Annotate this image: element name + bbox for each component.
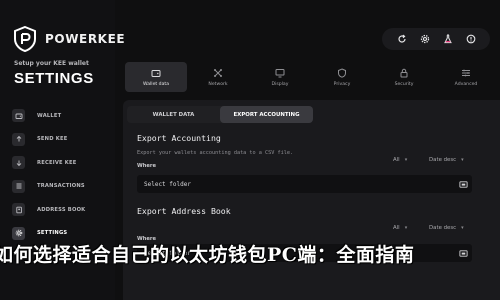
setup-caption: Setup your KEE wallet (14, 60, 89, 67)
tab-wallet-data[interactable]: Wallet data (125, 62, 187, 92)
tab-label: Wallet data (142, 81, 170, 87)
tab-label: Network (208, 81, 228, 87)
chevron-down-icon: ▾ (404, 225, 408, 231)
lock-icon (400, 68, 408, 77)
sort-date-value: Date desc (429, 225, 457, 231)
gear-icon[interactable] (419, 33, 431, 45)
tab-label: Security (394, 81, 414, 87)
chevron-down-icon: ▾ (461, 157, 464, 163)
tab-security[interactable]: Security (373, 62, 435, 92)
sidebar-item-transactions[interactable]: TRANSACTIONS (12, 175, 112, 199)
alert-icon[interactable] (465, 33, 477, 45)
sidebar-item-label: SETTINGS (37, 230, 68, 237)
article-headline: 如何选择适合自己的以太坊钱包PC端：全面指南 (0, 244, 415, 266)
settings-tabs: Wallet data Network Display Privacy Secu… (125, 62, 500, 92)
list-icon (12, 179, 25, 193)
shield-logo-icon (14, 26, 36, 52)
filter-all-value: All (393, 225, 400, 231)
tab-label: Display (271, 81, 289, 87)
brand: POWERKEE (13, 26, 125, 52)
segmented-control: WALLET DATA EXPORT ACCOUNTING (127, 106, 313, 123)
folder-icon[interactable] (458, 179, 468, 189)
tab-advanced[interactable]: Advanced (435, 62, 497, 92)
chevron-down-icon: ▾ (404, 157, 408, 163)
sidebar-item-label: SEND KEE (37, 136, 68, 143)
refresh-icon[interactable] (396, 33, 408, 45)
wallet-data-button[interactable]: WALLET DATA (127, 106, 220, 123)
tab-network[interactable]: Network (187, 62, 249, 92)
receive-icon (12, 156, 25, 170)
filter-all-select[interactable]: All ▾ (393, 225, 407, 231)
chevron-down-icon: ▾ (461, 225, 464, 231)
sidebar-item-wallet[interactable]: WALLET (12, 104, 112, 128)
send-icon (12, 132, 25, 146)
export-accounting-button[interactable]: EXPORT ACCOUNTING (220, 106, 313, 123)
display-icon (275, 68, 285, 77)
network-icon (214, 68, 222, 77)
sidebar-item-label: ADDRESS BOOK (37, 206, 86, 213)
tab-label: Privacy (333, 81, 351, 87)
folder-input-row (137, 175, 472, 193)
sort-date-value: Date desc (429, 157, 457, 163)
sidebar-item-label: RECEIVE KEE (37, 159, 77, 166)
gear-icon (12, 226, 25, 240)
sort-date-select[interactable]: Date desc ▾ (429, 157, 464, 163)
tab-privacy[interactable]: Privacy (311, 62, 373, 92)
sidebar-item-send[interactable]: SEND KEE (12, 128, 112, 152)
sliders-icon (462, 69, 470, 76)
export-accounting-description: Export your wallets accounting data to a… (137, 150, 294, 156)
flask-icon[interactable] (442, 33, 454, 45)
privacy-icon (338, 67, 346, 78)
export-address-book-title: Export Address Book (137, 206, 231, 216)
sidebar-item-label: TRANSACTIONS (37, 183, 85, 190)
book-icon (12, 203, 25, 217)
wallet-icon (151, 69, 161, 77)
brand-name: POWERKEE (45, 32, 126, 46)
settings-panel: WALLET DATA EXPORT ACCOUNTING (123, 100, 500, 300)
select-folder-input[interactable] (137, 175, 458, 193)
top-toolbar (382, 28, 490, 50)
tab-label: Advanced (454, 81, 478, 87)
export-accounting-title: Export Accounting (137, 133, 221, 143)
page-title: SETTINGS (14, 70, 94, 87)
tab-display[interactable]: Display (249, 62, 311, 92)
sort-date-select[interactable]: Date desc ▾ (429, 225, 464, 231)
sidebar-item-address-book[interactable]: ADDRESS BOOK (12, 198, 112, 222)
wallet-icon (12, 109, 25, 123)
filter-all-value: All (393, 157, 400, 163)
sidebar-item-label: WALLET (37, 112, 62, 119)
where-label: Where (137, 163, 157, 169)
sidebar-nav: WALLET SEND KEE RECEIVE KEE TRANSACTIONS… (12, 104, 112, 245)
filter-all-select[interactable]: All ▾ (393, 157, 407, 163)
sidebar-item-receive[interactable]: RECEIVE KEE (12, 151, 112, 175)
